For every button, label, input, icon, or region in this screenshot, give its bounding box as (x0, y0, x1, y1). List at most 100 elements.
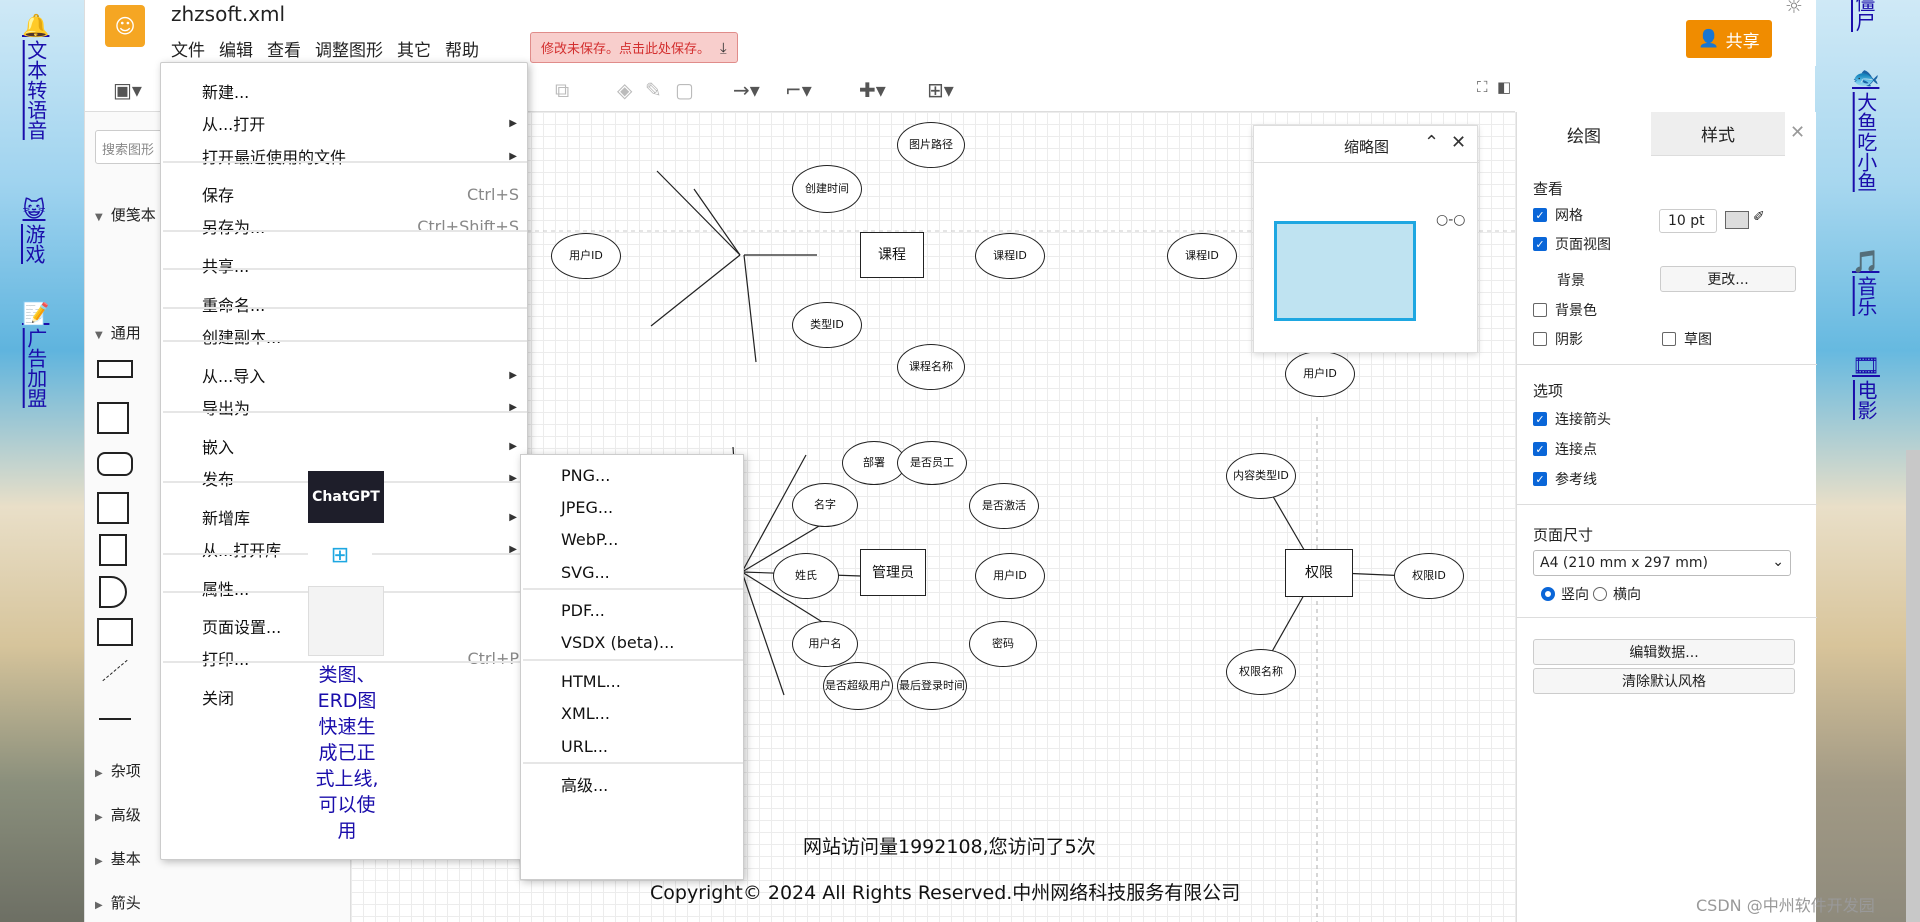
sketch-checkbox[interactable]: 草图 (1662, 329, 1712, 349)
attr-first-name[interactable]: 名字 (792, 483, 858, 527)
section-general[interactable]: ▼ 通用 (95, 322, 141, 343)
file-title[interactable]: zhzsoft.xml (171, 2, 285, 26)
export-option[interactable]: HTML... (521, 665, 745, 697)
attr-user-id-right[interactable]: 用户ID (1285, 351, 1355, 397)
attr-permission-id[interactable]: 权限ID (1394, 553, 1464, 599)
conn-arrows-checkbox[interactable]: ✓ 连接箭头 (1533, 409, 1611, 429)
line-shape[interactable] (99, 718, 131, 720)
section-basic[interactable]: ▶ 基本 (95, 848, 141, 869)
attr-admin-user-id[interactable]: 用户ID (975, 553, 1045, 599)
menu-help[interactable]: 帮助 (445, 36, 479, 61)
tab-diagram[interactable]: 绘图 (1517, 112, 1651, 156)
edit-data-button[interactable]: 编辑数据... (1533, 639, 1795, 665)
section-scratchpad[interactable]: ▼ 便笺本 (95, 204, 156, 225)
export-option[interactable]: PNG... (521, 459, 745, 491)
attr-last-name[interactable]: 姓氏 (773, 553, 839, 599)
theme-icon[interactable]: ☼ (1785, 0, 1803, 18)
document-shape[interactable] (99, 534, 127, 566)
file-menu-item[interactable]: 另存为... Ctrl+Shift+S (161, 210, 529, 242)
panel-close-icon[interactable]: ✕ (1790, 122, 1805, 143)
delay-shape[interactable] (99, 576, 127, 608)
section-arrows[interactable]: ▶ 箭头 (95, 892, 141, 913)
attr-course-name[interactable]: 课程名称 (897, 344, 965, 390)
chatgpt-ad-image[interactable]: ChatGPT (308, 471, 384, 523)
fish-game-link[interactable]: 🐟 大鱼吃小鱼 (1852, 66, 1879, 192)
attr-permission-name[interactable]: 权限名称 (1226, 649, 1296, 695)
attr-content-type-id[interactable]: 内容类型ID (1226, 453, 1296, 499)
file-menu-item[interactable]: 保存 Ctrl+S (161, 178, 529, 210)
portrait-radio[interactable]: 竖向 (1541, 584, 1589, 604)
fill-color-icon[interactable]: ◈ (617, 78, 632, 102)
attr-course-id-right[interactable]: 课程ID (1167, 233, 1237, 279)
menu-edit[interactable]: 编辑 (219, 36, 253, 61)
file-menu-item[interactable]: 导出为 ▶ (161, 391, 529, 423)
music-link[interactable]: 🎵 音乐 (1852, 250, 1879, 316)
clear-default-style-button[interactable]: 清除默认风格 (1533, 668, 1795, 694)
connection-icon[interactable]: →▾ (733, 78, 760, 102)
movie-link[interactable]: 🎞 电影 (1852, 354, 1880, 420)
panel-toggle-icon[interactable]: ◧ (1497, 78, 1511, 96)
attr-image-path[interactable]: 图片路径 (897, 122, 965, 168)
eyedropper-icon[interactable]: ✐ (1753, 209, 1765, 225)
grid-color-swatch[interactable] (1725, 211, 1749, 229)
outline-viewport[interactable] (1274, 221, 1416, 321)
format-panel-icon[interactable]: ▣▾ (113, 78, 142, 102)
attr-course-id[interactable]: 课程ID (975, 233, 1045, 279)
conn-points-checkbox[interactable]: ✓ 连接点 (1533, 439, 1597, 459)
page-size-select[interactable]: A4 (210 mm x 297 mm) ⌄ (1533, 550, 1791, 576)
shadow-checkbox[interactable]: 阴影 (1533, 329, 1583, 349)
attr-username[interactable]: 用户名 (792, 621, 858, 667)
attr-is-active[interactable]: 是否激活 (969, 483, 1039, 529)
file-menu-item[interactable]: 共享... (161, 249, 529, 281)
page-scrollbar[interactable] (1906, 450, 1920, 922)
menu-view[interactable]: 查看 (267, 36, 301, 61)
entity-permission[interactable]: 权限 (1285, 549, 1353, 597)
unsaved-banner[interactable]: 修改未保存。点击此处保存。 ⤓ (530, 32, 738, 63)
menu-file[interactable]: 文件 (171, 36, 205, 61)
attr-is-superuser[interactable]: 是否超级用户 (823, 662, 893, 710)
to-back-icon[interactable]: ⧉ (555, 78, 569, 102)
square-shape[interactable] (97, 402, 129, 434)
attr-type-id[interactable]: 类型ID (792, 302, 862, 348)
menu-arrange[interactable]: 调整图形 (315, 36, 383, 61)
change-background-button[interactable]: 更改... (1660, 266, 1796, 292)
guides-checkbox[interactable]: ✓ 参考线 (1533, 469, 1597, 489)
outline-window[interactable]: 缩略图 ⌃ ✕ ○-○ (1253, 125, 1479, 353)
menu-extras[interactable]: 其它 (397, 36, 431, 61)
attr-password[interactable]: 密码 (969, 621, 1037, 667)
export-option[interactable]: 高级... (521, 768, 745, 800)
file-menu-item[interactable]: 新建... (161, 75, 529, 107)
entity-admin[interactable]: 管理员 (860, 549, 926, 596)
section-advanced[interactable]: ▶ 高级 (95, 804, 141, 825)
tts-link[interactable]: 🔔 文本转语音 (22, 14, 49, 140)
entity-course[interactable]: 课程 (860, 232, 924, 278)
flowchart-ad-image[interactable]: ⊞ (308, 530, 372, 580)
export-option[interactable]: PDF... (521, 594, 745, 626)
line-color-icon[interactable]: ✎ (645, 78, 662, 102)
page-view-checkbox[interactable]: ✓ 页面视图 (1533, 234, 1611, 254)
share-button[interactable]: 👤 共享 (1686, 20, 1772, 58)
games-link[interactable]: 😺 游戏 (22, 198, 46, 264)
file-menu-item[interactable]: 创建副本... (161, 320, 529, 352)
rect-shape[interactable] (97, 360, 133, 378)
tab-style[interactable]: 样式 (1651, 112, 1785, 156)
attr-last-login[interactable]: 最后登录时间 (897, 662, 967, 710)
export-option[interactable]: XML... (521, 697, 745, 729)
table-shape[interactable] (97, 492, 129, 524)
file-menu-item[interactable]: 嵌入 ▶ (161, 430, 529, 462)
file-menu-item[interactable]: 从...打开 ▶ (161, 107, 529, 139)
insert-icon[interactable]: ✚▾ (859, 78, 886, 102)
erd-ad-link[interactable]: 类图、ERD图快速生成已正式上线,可以使用 (310, 662, 384, 844)
file-menu-item[interactable]: 从...导入 ▶ (161, 359, 529, 391)
export-option[interactable]: URL... (521, 730, 745, 762)
container-shape[interactable] (97, 618, 133, 646)
ads-link[interactable]: 📝 广告加盟 (22, 302, 49, 408)
attr-is-staff[interactable]: 是否员工 (897, 441, 967, 485)
export-option[interactable]: JPEG... (521, 491, 745, 523)
erd-ad-image[interactable] (308, 586, 384, 656)
bg-color-checkbox[interactable]: 背景色 (1533, 300, 1597, 320)
export-option[interactable]: SVG... (521, 556, 745, 588)
fullscreen-icon[interactable]: ⛶ (1477, 78, 1488, 96)
landscape-radio[interactable]: 横向 (1593, 584, 1641, 604)
section-misc[interactable]: ▶ 杂项 (95, 760, 141, 781)
